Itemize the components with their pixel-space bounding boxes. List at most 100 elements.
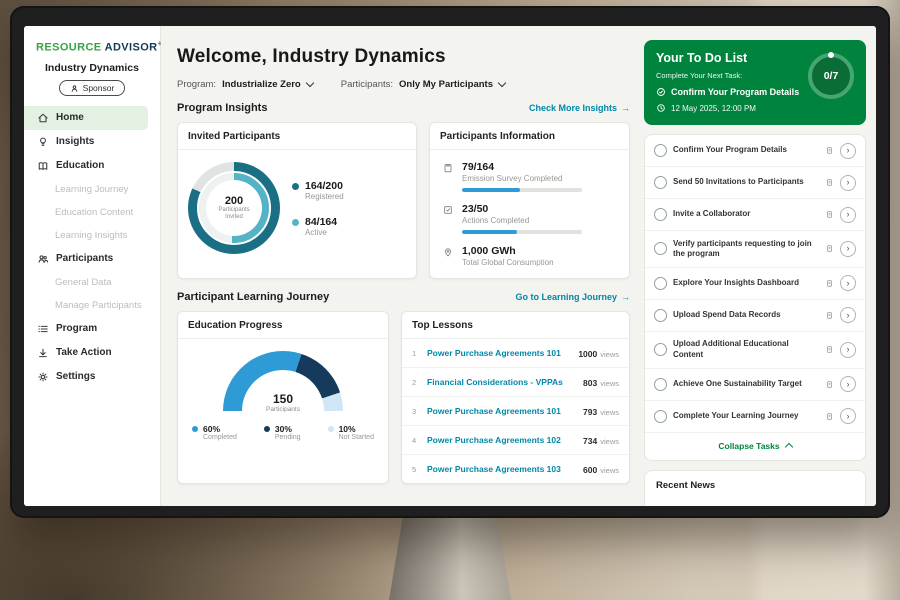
task-label: Upload Additional Educational Content: [673, 339, 819, 360]
lesson-link[interactable]: Power Purchase Agreements 103: [427, 464, 576, 474]
task-open-chevron[interactable]: ›: [840, 376, 856, 392]
registered-label: Registered: [305, 192, 344, 201]
chevron-up-icon: [784, 442, 792, 450]
task-radio-icon[interactable]: [654, 410, 667, 423]
task-open-chevron[interactable]: ›: [840, 175, 856, 191]
not-started-value: 10%: [339, 424, 374, 434]
task-row-invite-collaborator[interactable]: Invite a Collaborator ›: [645, 199, 865, 231]
collapse-tasks-button[interactable]: Collapse Tasks: [645, 433, 865, 460]
sidebar-item-label: Learning Journey: [55, 184, 128, 195]
participants-filter-select[interactable]: Only My Participants: [399, 79, 505, 90]
task-row-verify-participants[interactable]: Verify participants requesting to join t…: [645, 231, 865, 268]
recent-news-title: Recent News: [656, 480, 715, 491]
task-open-chevron[interactable]: ›: [840, 342, 856, 358]
actions-completed-row: 23/50 Actions Completed: [442, 203, 617, 234]
task-radio-icon[interactable]: [654, 378, 667, 391]
sidebar-item-settings[interactable]: Settings: [24, 365, 160, 389]
sidebar-item-program[interactable]: Program: [24, 317, 160, 341]
recent-news-card[interactable]: Recent News: [644, 470, 866, 506]
task-radio-icon[interactable]: [654, 242, 667, 255]
sidebar-item-general-data[interactable]: General Data: [24, 271, 160, 294]
registered-value: 164/200: [305, 180, 344, 192]
sidebar-item-label: Learning Insights: [55, 230, 127, 241]
todo-progress-ring: 0/7: [808, 53, 854, 99]
lesson-row-5[interactable]: 5 Power Purchase Agreements 103 600views: [402, 455, 629, 483]
task-radio-icon[interactable]: [654, 277, 667, 290]
task-open-chevron[interactable]: ›: [840, 408, 856, 424]
actions-completed-progressbar: [462, 230, 582, 234]
task-open-chevron[interactable]: ›: [840, 143, 856, 159]
task-row-upload-educational-content[interactable]: Upload Additional Educational Content ›: [645, 332, 865, 369]
go-to-learning-journey-label: Go to Learning Journey: [515, 292, 617, 302]
task-radio-icon[interactable]: [654, 309, 667, 322]
sidebar-item-education-content[interactable]: Education Content: [24, 201, 160, 224]
sidebar-item-insights[interactable]: Insights: [24, 130, 160, 154]
sidebar-item-home[interactable]: Home: [24, 106, 148, 130]
lesson-views-count: 600: [583, 465, 597, 475]
sidebar-item-take-action[interactable]: Take Action: [24, 341, 160, 365]
lesson-row-3[interactable]: 3 Power Purchase Agreements 101 793views: [402, 397, 629, 426]
task-row-confirm-program[interactable]: Confirm Your Program Details ›: [645, 135, 865, 167]
sidebar-item-manage-participants[interactable]: Manage Participants: [24, 294, 160, 317]
task-label: Upload Spend Data Records: [673, 310, 819, 320]
task-open-chevron[interactable]: ›: [840, 307, 856, 323]
home-icon: [37, 112, 49, 124]
actions-completed-value: 23/50: [462, 203, 582, 215]
chevron-down-icon: [305, 79, 313, 87]
participants-information-card: Participants Information 79/164 Emission…: [429, 122, 630, 279]
task-radio-icon[interactable]: [654, 144, 667, 157]
task-open-chevron[interactable]: ›: [840, 207, 856, 223]
lesson-link[interactable]: Power Purchase Agreements 101: [427, 406, 576, 416]
donut-inner-ring: 200 Participants Invited: [197, 171, 271, 245]
list-icon: [37, 323, 49, 335]
sidebar-item-label: Take Action: [56, 347, 112, 358]
task-label: Invite a Collaborator: [673, 209, 819, 219]
completed-value: 60%: [203, 424, 237, 434]
actions-completed-label: Actions Completed: [462, 216, 582, 225]
lesson-link[interactable]: Financial Considerations - VPPAs: [427, 377, 576, 387]
check-more-insights-label: Check More Insights: [529, 103, 617, 113]
todo-progress-value: 0/7: [824, 70, 839, 82]
task-open-chevron[interactable]: ›: [840, 275, 856, 291]
lesson-link[interactable]: Power Purchase Agreements 101: [427, 348, 571, 358]
arrow-right-icon: →: [621, 103, 630, 113]
task-row-send-invitations[interactable]: Send 50 Invitations to Participants ›: [645, 167, 865, 199]
sidebar-item-participants[interactable]: Participants: [24, 247, 160, 271]
go-to-learning-journey-link[interactable]: Go to Learning Journey →: [515, 292, 630, 302]
lesson-row-1[interactable]: 1 Power Purchase Agreements 101 1000view…: [402, 339, 629, 368]
donut-legend: 164/200 Registered 84/164 Active: [292, 180, 344, 237]
task-row-achieve-target[interactable]: Achieve One Sustainability Target ›: [645, 369, 865, 401]
task-doc-icon: [825, 244, 834, 253]
legend-item-not-started: 10% Not Started: [328, 424, 374, 441]
check-more-insights-link[interactable]: Check More Insights →: [529, 103, 630, 113]
task-row-upload-spend-data[interactable]: Upload Spend Data Records ›: [645, 300, 865, 332]
sidebar-item-label: General Data: [55, 277, 112, 288]
sidebar-item-label: Insights: [56, 136, 94, 147]
lesson-views-label: views: [600, 437, 619, 446]
todo-due-date: 12 May 2025, 12:00 PM: [671, 104, 756, 113]
sidebar-item-learning-journey[interactable]: Learning Journey: [24, 178, 160, 201]
lesson-link[interactable]: Power Purchase Agreements 102: [427, 435, 576, 445]
task-radio-icon[interactable]: [654, 208, 667, 221]
task-radio-icon[interactable]: [654, 343, 667, 356]
sponsor-badge[interactable]: Sponsor: [59, 80, 126, 96]
brand-primary: RESOURCE: [36, 42, 102, 54]
program-filter-select[interactable]: Industrialize Zero: [222, 79, 313, 90]
sidebar-nav: Home Insights Education Learning Journey: [24, 106, 160, 389]
education-progress-gauge-chart: 150 Participants: [223, 351, 343, 413]
sidebar-item-learning-insights[interactable]: Learning Insights: [24, 224, 160, 247]
task-open-chevron[interactable]: ›: [840, 241, 856, 257]
todo-tasks-list: Confirm Your Program Details › Send 50 I…: [644, 134, 866, 461]
sidebar-item-education[interactable]: Education: [24, 154, 160, 178]
lesson-row-2[interactable]: 2 Financial Considerations - VPPAs 803vi…: [402, 368, 629, 397]
task-row-explore-insights[interactable]: Explore Your Insights Dashboard ›: [645, 268, 865, 300]
lesson-row-4[interactable]: 4 Power Purchase Agreements 102 734views: [402, 426, 629, 455]
education-progress-card: Education Progress 150 Participants: [177, 311, 389, 484]
todo-next-task: Confirm Your Program Details: [671, 87, 799, 97]
task-row-complete-learning-journey[interactable]: Complete Your Learning Journey ›: [645, 401, 865, 433]
emission-survey-value: 79/164: [462, 161, 582, 173]
person-icon: [70, 84, 79, 93]
invited-card-title: Invited Participants: [178, 123, 416, 150]
emission-survey-row: 79/164 Emission Survey Completed: [442, 161, 617, 192]
task-radio-icon[interactable]: [654, 176, 667, 189]
